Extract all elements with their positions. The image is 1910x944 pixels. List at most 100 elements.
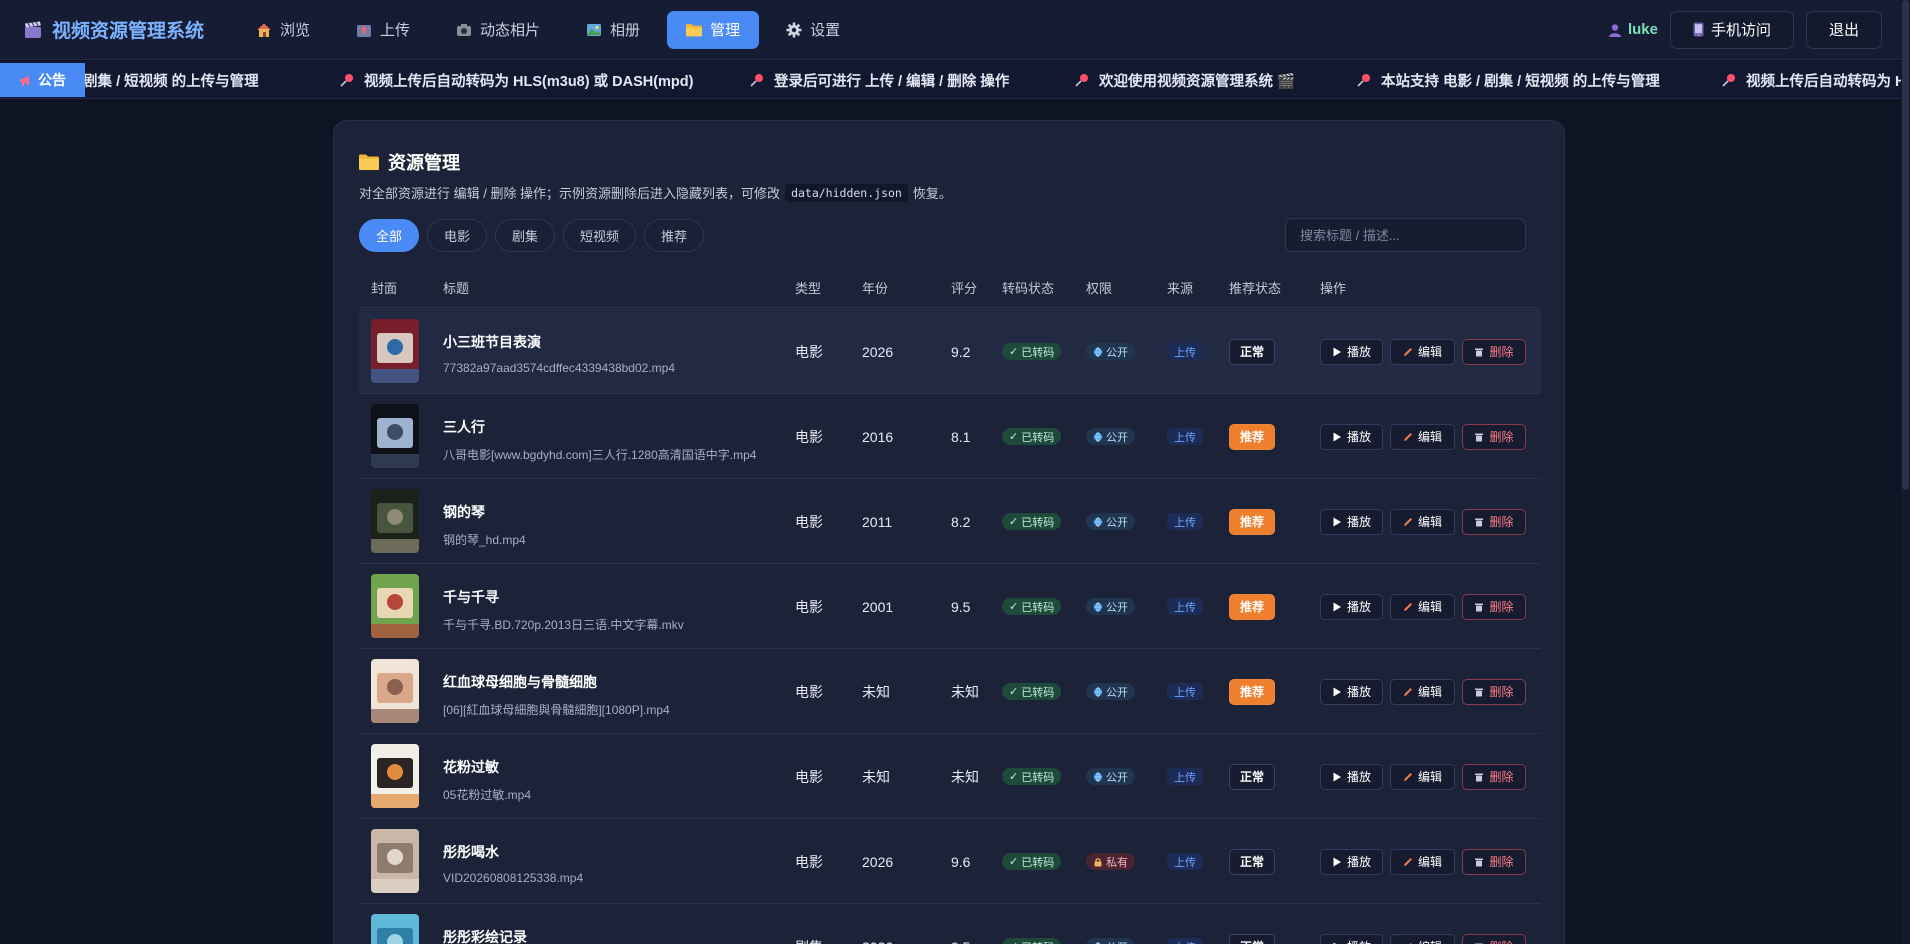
edit-label: 编辑 [1417,855,1442,869]
cover-thumbnail[interactable] [371,404,419,468]
notice-text: 登录后可进行 上传 / 编辑 / 删除 操作 [774,73,1010,90]
play-icon [1333,602,1341,611]
edit-button[interactable]: 编辑 [1390,763,1455,790]
play-button[interactable]: 播放 [1320,933,1383,944]
play-button[interactable]: 播放 [1320,593,1383,620]
cover-thumbnail[interactable] [371,659,419,723]
edit-button[interactable]: 编辑 [1390,338,1455,365]
app-brand[interactable]: 视频资源管理系统 [22,16,237,43]
page-scrollbar[interactable] [1901,0,1910,944]
play-label: 播放 [1346,430,1371,444]
play-button[interactable]: 播放 [1320,338,1383,365]
play-button[interactable]: 播放 [1320,678,1383,705]
cover-thumbnail[interactable] [371,489,419,553]
search-input[interactable] [1285,218,1526,252]
type-cell: 电影 [795,853,823,870]
cover-thumbnail[interactable] [371,829,419,893]
source-badge: 上传 [1167,343,1203,360]
resource-filename: 05花粉过敏.mp4 [443,788,532,802]
mobile-access-button[interactable]: 手机访问 [1669,10,1794,49]
permission-text: 公开 [1106,601,1128,614]
gear-icon [786,22,802,38]
cover-thumbnail[interactable] [371,744,419,808]
globe-icon [1093,346,1103,357]
column-header: 封面 [371,280,398,296]
filter-chip[interactable]: 推荐 [644,219,705,252]
table-row[interactable]: 红血球母细胞与骨髓细胞 [06][紅血球母細胞與骨髓細胞][1080P].mp4 电… [359,649,1541,734]
recommend-status-button[interactable]: 正常 [1229,338,1276,365]
transcode-badge: ✓已转码 [1002,428,1062,445]
permission-cell: 私有 [1086,819,1135,904]
permission-text: 私有 [1106,856,1128,869]
table-row[interactable]: 彤彤彩绘记录 剧集 2026 9.5 ✓已转码 公开 上传 正常 播放 编辑 删除 [359,904,1541,944]
play-icon [1333,857,1341,866]
notice-item: 视频上传后自动转码为 HLS(m3u8) 或 DASH(mpd) [340,61,693,98]
edit-button[interactable]: 编辑 [1390,848,1455,875]
edit-button[interactable]: 编辑 [1390,933,1455,944]
filter-chip[interactable]: 全部 [359,219,420,252]
scrollbar-thumb[interactable] [1902,0,1909,490]
delete-button[interactable]: 删除 [1462,933,1526,944]
pushpin-icon [340,74,353,87]
table-row[interactable]: 花粉过敏 05花粉过敏.mp4 电影 未知 未知 ✓ 已转码 公开 上传 正常 播放 编辑 删除 [359,734,1541,819]
play-button[interactable]: 播放 [1320,423,1383,450]
edit-button[interactable]: 编辑 [1390,423,1455,450]
filter-chip[interactable]: 电影 [427,219,488,252]
recommend-status-button[interactable]: 推荐 [1229,593,1276,620]
nav-item-2[interactable]: 动态相片 [437,11,559,49]
nav-item-1[interactable]: 上传 [337,11,429,49]
nav-item-0[interactable]: 浏览 [237,11,329,49]
recommend-status-button[interactable]: 推荐 [1229,508,1276,535]
check-icon: ✓ [1009,686,1019,698]
edit-button[interactable]: 编辑 [1390,678,1455,705]
delete-button[interactable]: 删除 [1462,423,1526,450]
current-user[interactable]: luke [1608,21,1658,38]
logout-button[interactable]: 退出 [1805,10,1882,49]
play-icon [1333,772,1341,781]
play-button[interactable]: 播放 [1320,848,1383,875]
nav-item-5[interactable]: 设置 [767,11,859,49]
nav-item-3[interactable]: 相册 [567,11,659,49]
recommend-status-button[interactable]: 正常 [1229,848,1276,875]
transcode-cell: ✓已转码 [1002,394,1062,479]
table-row[interactable]: 三人行 八哥电影[www.bgdyhd.com]三人行.1280高清国语中字.mp… [359,394,1541,479]
table-row[interactable]: 彤彤喝水 VID20260808125338.mp4 电影 2026 9.6 ✓ 已转码 私有… [359,819,1541,904]
transcode-cell: ✓已转码 [1002,309,1062,394]
delete-button[interactable]: 删除 [1462,848,1526,875]
upload-icon [356,22,372,38]
play-label: 播放 [1346,345,1371,359]
play-button[interactable]: 播放 [1320,763,1383,790]
table-row[interactable]: 小三班节目表演 77382a97aad3574cdffec4339438bd02.… [359,309,1541,394]
cover-thumbnail[interactable] [371,914,419,944]
filter-chip[interactable]: 剧集 [495,219,556,252]
notice-text: / 剧集 / 短视频 的上传与管理 [75,73,259,90]
recommend-status-button[interactable]: 正常 [1229,763,1276,790]
filter-chip[interactable]: 短视频 [563,219,637,252]
cover-thumbnail[interactable] [371,574,419,638]
delete-label: 删除 [1489,938,1513,944]
category-filters: 全部 电影 剧集 短视频 推荐 [359,219,705,252]
table-row[interactable]: 千与千寻 千与千寻.BD.720p.2013日三语.中文字幕.mkv 电影 2001 9… [359,564,1541,649]
delete-button[interactable]: 删除 [1462,508,1526,535]
delete-button[interactable]: 删除 [1462,678,1526,705]
play-button[interactable]: 播放 [1320,508,1383,535]
recommend-status-button[interactable]: 正常 [1229,933,1276,944]
delete-button[interactable]: 删除 [1462,763,1526,790]
recommend-status-button[interactable]: 推荐 [1229,423,1276,450]
nav-links: 浏览 上传 动态相片 相册 管理 设置 [237,10,859,49]
table-row[interactable]: 钢的琴 钢的琴_hd.mp4 电影 2011 8.2 ✓ 已转码 公开 上传 推荐 播放 编辑 删除 [359,479,1541,564]
cover-thumbnail[interactable] [371,319,419,383]
delete-button[interactable]: 删除 [1462,338,1526,365]
edit-button[interactable]: 编辑 [1390,508,1455,535]
edit-button[interactable]: 编辑 [1390,593,1455,620]
folder-icon [686,22,703,38]
source-badge: 上传 [1167,853,1203,870]
play-label: 播放 [1346,770,1371,784]
resource-filename: 钢的琴_hd.mp4 [443,533,526,547]
actions-cell: 播放 编辑 删除 [1320,819,1526,904]
delete-button[interactable]: 删除 [1462,593,1526,620]
delete-label: 删除 [1489,685,1514,699]
recommend-status-button[interactable]: 推荐 [1229,678,1276,705]
column-header: 权限 [1086,280,1113,296]
nav-item-4[interactable]: 管理 [667,10,760,49]
